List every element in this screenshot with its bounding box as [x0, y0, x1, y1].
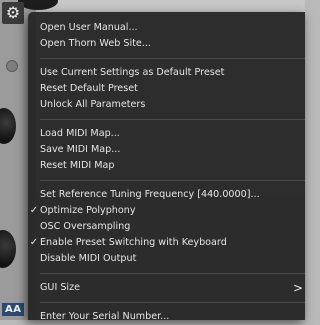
menu-item-label: GUI Size [40, 282, 81, 293]
submenu-arrow-icon: > [292, 281, 303, 295]
menu-item-open-user-manual[interactable]: Open User Manual... [28, 20, 305, 36]
menu-item-label: Save MIDI Map... [40, 144, 121, 155]
menu-item-label: Open Thorn Web Site... [40, 38, 151, 49]
menu-separator [40, 302, 305, 303]
menu-item-label: Optimize Polyphony [40, 205, 136, 216]
menu-separator [40, 119, 305, 120]
menu-separator [40, 180, 305, 181]
gear-icon[interactable]: ⚙ [2, 2, 24, 24]
menu-item-label: Enter Your Serial Number... [40, 311, 170, 322]
menu-item-reset-midi-map[interactable]: Reset MIDI Map [28, 158, 305, 174]
menu-item-optimize-polyphony[interactable]: ✓ Optimize Polyphony [28, 203, 305, 219]
indicator-dot [6, 60, 18, 72]
menu-item-label: Enable Preset Switching with Keyboard [40, 237, 227, 248]
menu-item-disable-midi-output[interactable]: Disable MIDI Output [28, 251, 305, 267]
menu-item-label: OSC Oversampling [40, 221, 131, 232]
menu-item-label: Use Current Settings as Default Preset [40, 67, 225, 78]
checkmark-icon: ✓ [29, 237, 39, 248]
menu-separator [40, 58, 305, 59]
settings-context-menu: Open User Manual... Open Thorn Web Site..… [28, 12, 305, 322]
menu-item-osc-oversampling[interactable]: OSC Oversampling [28, 219, 305, 235]
menu-item-label: Disable MIDI Output [40, 253, 137, 264]
menu-item-unlock-all-parameters[interactable]: Unlock All Parameters [28, 97, 305, 113]
menu-item-enter-your-serial-number[interactable]: Enter Your Serial Number... [28, 309, 305, 325]
menu-item-reset-default-preset[interactable]: Reset Default Preset [28, 81, 305, 97]
menu-item-label: Set Reference Tuning Frequency [440.0000… [40, 189, 260, 200]
menu-item-label: Open User Manual... [40, 22, 138, 33]
menu-item-save-midi-map[interactable]: Save MIDI Map... [28, 142, 305, 158]
menu-item-enable-preset-switching-with-keyboard[interactable]: ✓ Enable Preset Switching with Keyboard [28, 235, 305, 251]
menu-item-label: Reset Default Preset [40, 83, 138, 94]
menu-item-gui-size[interactable]: GUI Size > [28, 280, 305, 296]
menu-item-set-reference-tuning-frequency-440-0000[interactable]: Set Reference Tuning Frequency [440.0000… [28, 187, 305, 203]
checkmark-icon: ✓ [29, 205, 39, 216]
menu-item-label: Unlock All Parameters [40, 99, 146, 110]
menu-item-label: Load MIDI Map... [40, 128, 120, 139]
logo-fragment: AA [2, 303, 25, 316]
menu-separator [40, 273, 305, 274]
menu-item-label: Reset MIDI Map [40, 160, 115, 171]
menu-item-load-midi-map[interactable]: Load MIDI Map... [28, 126, 305, 142]
menu-item-use-current-settings-as-default-preset[interactable]: Use Current Settings as Default Preset [28, 65, 305, 81]
menu-item-open-thorn-web-site[interactable]: Open Thorn Web Site... [28, 36, 305, 52]
